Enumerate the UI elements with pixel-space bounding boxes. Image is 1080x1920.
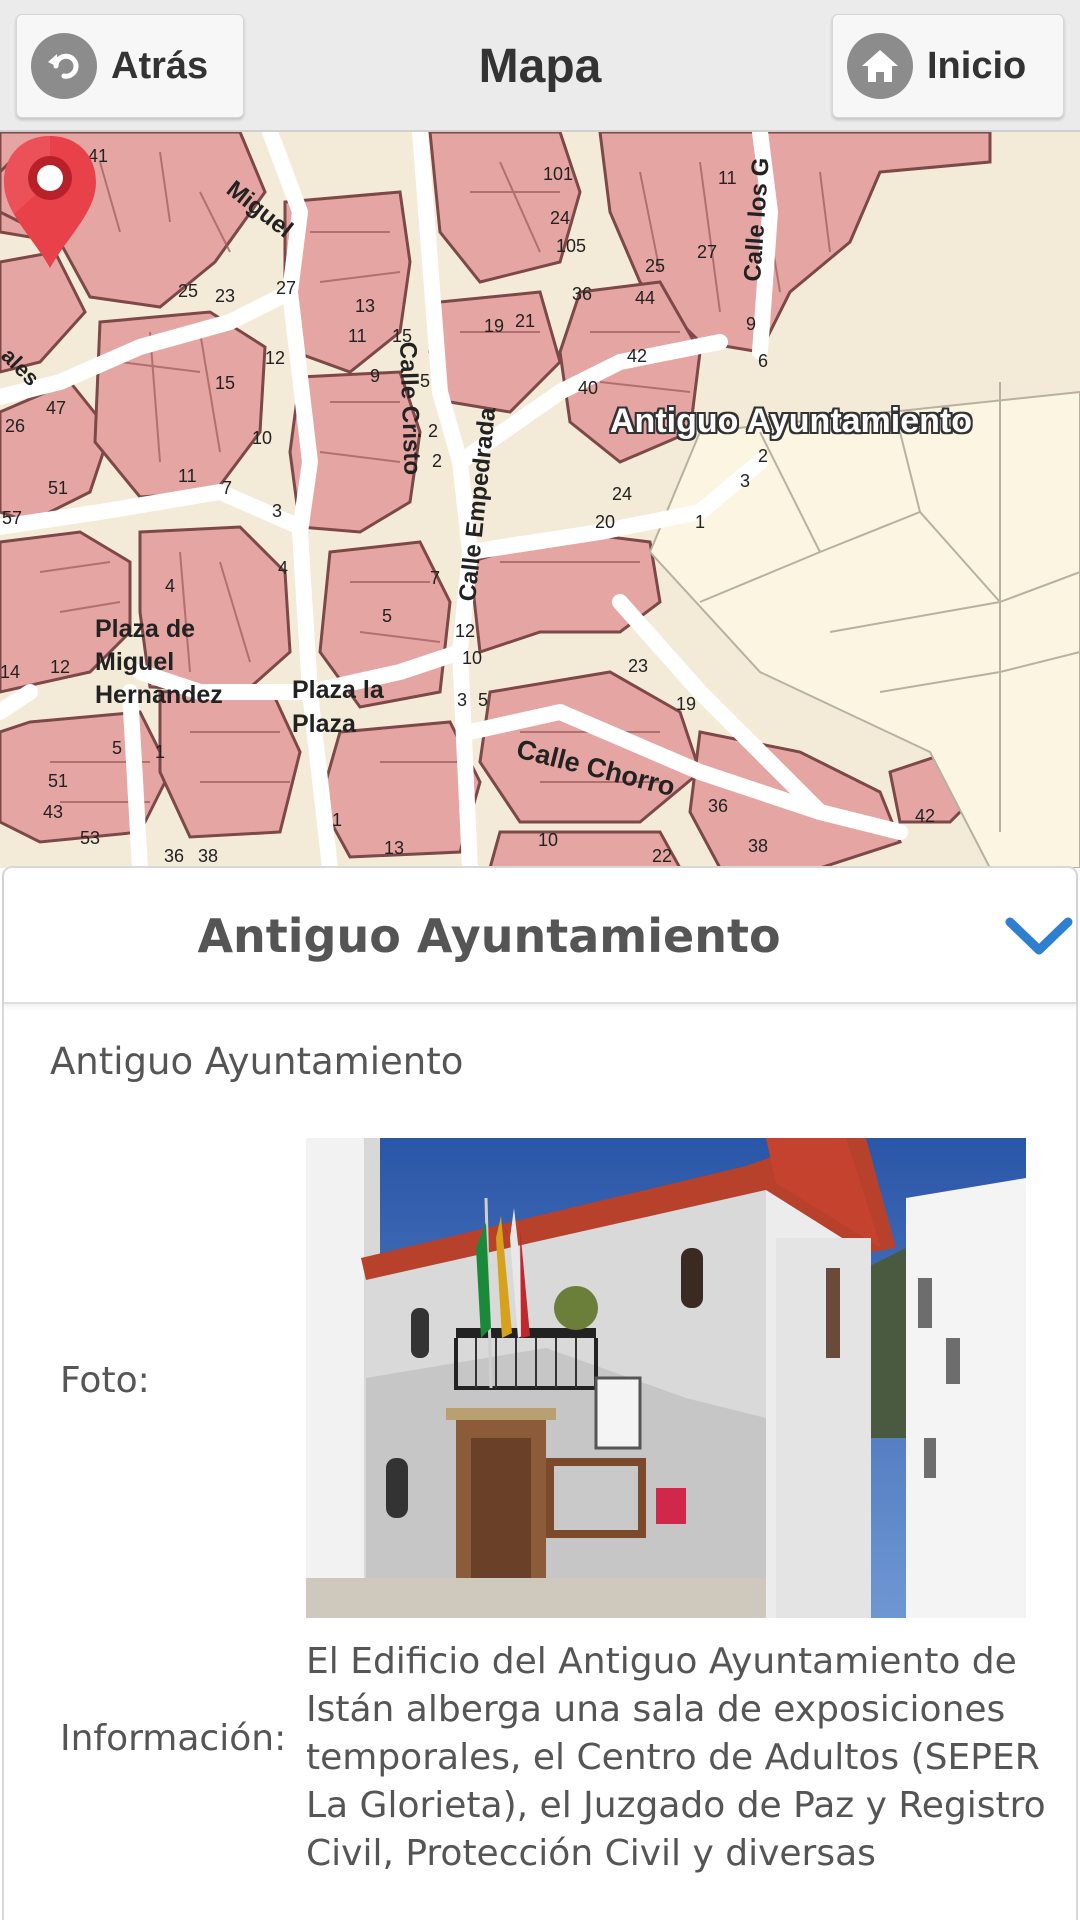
house-number: 4	[165, 576, 175, 596]
house-number: 23	[215, 286, 235, 306]
home-button-label: Inicio	[927, 44, 1027, 87]
house-number: 12	[265, 348, 285, 368]
plaza-label: Plaza la	[292, 676, 385, 704]
house-number: 57	[2, 508, 22, 528]
house-number: 1	[332, 810, 342, 830]
house-number: 24	[550, 208, 570, 228]
house-number: 27	[276, 278, 296, 298]
house-number: 11	[178, 466, 197, 486]
house-number: 5	[420, 371, 430, 391]
place-photo[interactable]	[306, 1138, 1026, 1618]
house-number: 51	[48, 771, 68, 791]
house-number: 6	[758, 351, 768, 371]
plaza-label: Miguel	[95, 648, 174, 676]
house-number: 9	[370, 366, 380, 386]
house-number: 13	[384, 838, 404, 858]
house-number: 24	[612, 484, 632, 504]
house-number: 1	[695, 512, 705, 532]
back-button-label: Atrás	[111, 44, 209, 87]
plaza-label: Plaza	[292, 710, 357, 738]
house-number: 9	[746, 314, 756, 334]
house-number: 10	[252, 428, 272, 448]
house-number: 7	[222, 478, 232, 498]
home-icon	[847, 33, 913, 99]
info-label: Información:	[60, 1718, 287, 1759]
detail-panel: Antiguo Ayuntamiento Antiguo Ayuntamient…	[2, 866, 1078, 1920]
map-view[interactable]: Calle Cristo Calle Empedrada Calle los G…	[0, 132, 1080, 868]
house-number: 36	[164, 846, 184, 866]
place-name: Antiguo Ayuntamiento	[50, 1040, 464, 1083]
house-number: 3	[272, 501, 282, 521]
house-number: 10	[538, 830, 558, 850]
house-number: 15	[392, 326, 412, 346]
house-number: 3	[457, 690, 467, 710]
house-number: 2	[758, 446, 768, 466]
house-number: 25	[178, 281, 198, 301]
house-number: 25	[645, 256, 665, 276]
photo-label: Foto:	[60, 1360, 150, 1401]
house-number: 26	[5, 416, 25, 436]
house-number: 13	[355, 296, 375, 316]
house-number: 42	[627, 346, 647, 366]
house-number: 15	[215, 373, 235, 393]
house-number: 44	[635, 288, 655, 308]
house-number: 47	[46, 398, 66, 418]
house-number: 11	[348, 326, 367, 346]
house-number: 2	[432, 451, 442, 471]
house-number: 1	[155, 742, 165, 762]
house-number: 105	[556, 236, 586, 256]
house-number: 3	[740, 471, 750, 491]
house-number: 27	[697, 242, 717, 262]
house-number: 14	[0, 662, 20, 682]
house-number: 11	[718, 168, 737, 188]
house-number: 4	[278, 558, 288, 578]
house-number: 12	[50, 657, 70, 677]
house-number: 23	[628, 656, 648, 676]
house-number: 10	[462, 648, 482, 668]
house-number: 5	[478, 690, 488, 710]
panel-header[interactable]: Antiguo Ayuntamiento	[4, 868, 1076, 1004]
house-number: 40	[578, 378, 598, 398]
house-number: 51	[48, 478, 68, 498]
house-number: 22	[652, 846, 672, 866]
page-title: Mapa	[478, 39, 602, 93]
house-number: 19	[676, 694, 696, 714]
map-pin-icon[interactable]	[0, 132, 100, 272]
house-number: 12	[455, 621, 475, 641]
back-arrow-icon	[31, 33, 97, 99]
house-number: 53	[80, 828, 100, 848]
house-number: 36	[708, 796, 728, 816]
street-label: Calle Cristo	[394, 341, 426, 475]
house-number: 2	[428, 421, 438, 441]
info-text: El Edificio del Antiguo Ayuntamiento de …	[306, 1641, 1046, 1874]
house-number: 42	[915, 806, 935, 826]
plaza-label: Hernandez	[95, 681, 223, 709]
house-number: 19	[484, 316, 504, 336]
app-header: Atrás Mapa Inicio	[0, 0, 1080, 132]
map-tiles: Calle Cristo Calle Empedrada Calle los G…	[0, 132, 1080, 868]
marker-label: Antiguo Ayuntamiento	[610, 402, 972, 440]
house-number: 7	[430, 568, 440, 588]
house-number: 43	[43, 802, 63, 822]
house-number: 5	[382, 606, 392, 626]
plaza-label: Plaza de	[95, 615, 195, 643]
house-number: 38	[198, 846, 218, 866]
chevron-down-icon[interactable]	[1004, 908, 1074, 964]
house-number: 36	[572, 284, 592, 304]
house-number: 38	[748, 836, 768, 856]
house-number: 21	[515, 311, 535, 331]
house-number: 20	[595, 512, 615, 532]
house-number: 101	[543, 164, 573, 184]
back-button[interactable]: Atrás	[16, 14, 244, 118]
panel-title: Antiguo Ayuntamiento	[197, 909, 781, 963]
home-button[interactable]: Inicio	[832, 14, 1064, 118]
house-number: 5	[112, 738, 122, 758]
